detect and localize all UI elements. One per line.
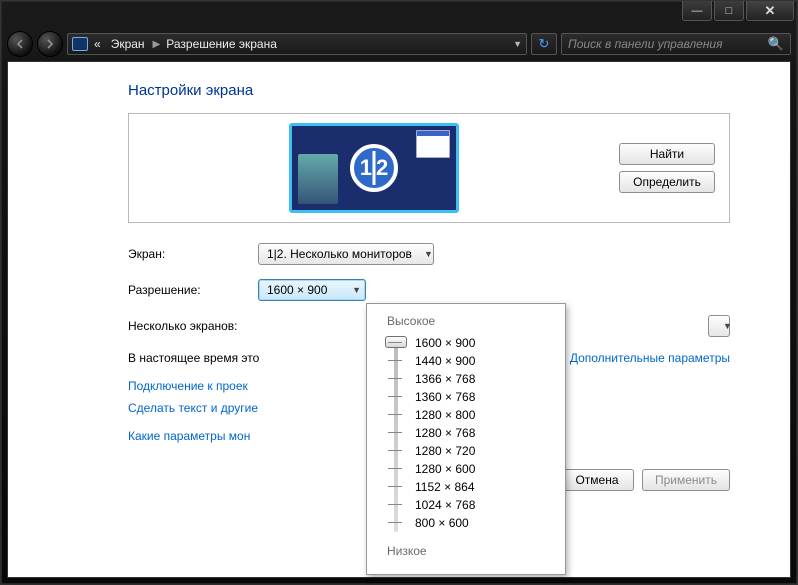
chevron-down-icon: ▼ — [717, 321, 732, 331]
monitor-preview[interactable]: 1 2 — [289, 123, 459, 213]
maximize-button[interactable]: □ — [714, 1, 744, 21]
find-button[interactable]: Найти — [619, 143, 715, 165]
identify-button[interactable]: Определить — [619, 171, 715, 193]
popup-low-label: Низкое — [387, 544, 555, 558]
breadcrumb-item[interactable]: Экран — [109, 37, 149, 51]
arrow-right-icon — [45, 39, 55, 49]
multi-display-label: Несколько экранов: — [128, 319, 258, 333]
display-number: 1 — [358, 155, 374, 181]
resolution-option[interactable]: 1280 × 768 — [415, 424, 555, 442]
resolution-option[interactable]: 1366 × 768 — [415, 370, 555, 388]
chevron-right-icon: ▶ — [153, 39, 161, 50]
back-button[interactable] — [7, 31, 33, 57]
monitor-params-link[interactable]: Какие параметры мон — [128, 429, 250, 443]
search-icon: 🔍 — [768, 36, 784, 52]
slider-tick-icon — [388, 522, 402, 523]
page-title: Настройки экрана — [128, 82, 730, 99]
slider-tick-icon — [388, 360, 402, 361]
resolution-row: Разрешение: 1600 × 900 ▼ — [128, 279, 730, 301]
refresh-icon: ↻ — [539, 36, 550, 52]
address-bar[interactable]: « Экран ▶ Разрешение экрана ▼ — [67, 33, 527, 55]
slider-tick-icon — [388, 432, 402, 433]
monitor-icon — [72, 37, 88, 51]
resolution-option[interactable]: 1280 × 600 — [415, 460, 555, 478]
resolution-option[interactable]: 1152 × 864 — [415, 478, 555, 496]
close-button[interactable]: ✕ — [746, 1, 794, 21]
resolution-option[interactable]: 1280 × 800 — [415, 406, 555, 424]
advanced-settings-link[interactable]: Дополнительные параметры — [570, 351, 730, 365]
slider-tick-icon — [388, 378, 402, 379]
breadcrumb-prefix: « — [92, 37, 105, 51]
merged-displays-icon: 1 2 — [350, 144, 398, 192]
resolution-label: Разрешение: — [128, 283, 258, 297]
titlebar: — □ ✕ — [1, 1, 797, 29]
wallpaper-thumb-icon — [298, 154, 338, 204]
slider-tick-icon — [388, 504, 402, 505]
slider-tick-icon — [388, 414, 402, 415]
forward-button[interactable] — [37, 31, 63, 57]
cancel-button[interactable]: Отмена — [560, 469, 634, 491]
display-number: 2 — [374, 155, 390, 181]
text-size-link[interactable]: Сделать текст и другие — [128, 401, 258, 415]
slider-tick-icon — [388, 396, 402, 397]
multi-display-combo-tail[interactable]: ▼ — [708, 315, 730, 337]
resolution-slider[interactable] — [385, 338, 405, 536]
slider-tick-icon — [388, 342, 402, 343]
display-label: Экран: — [128, 247, 258, 261]
resolution-option[interactable]: 1024 × 768 — [415, 496, 555, 514]
resolution-options: 1600 × 9001440 × 9001366 × 7681360 × 768… — [415, 334, 555, 540]
minimize-button[interactable]: — — [682, 1, 712, 21]
slider-tick-icon — [388, 450, 402, 451]
slider-tick-icon — [388, 486, 402, 487]
slider-tick-icon — [388, 468, 402, 469]
resolution-option[interactable]: 1600 × 900 — [415, 334, 555, 352]
breadcrumb-item[interactable]: Разрешение экрана — [164, 37, 281, 51]
combo-value: 1600 × 900 — [267, 283, 327, 297]
chevron-down-icon: ▼ — [418, 249, 433, 259]
projector-link[interactable]: Подключение к проек — [128, 379, 248, 393]
display-combo[interactable]: 1|2. Несколько мониторов ▼ — [258, 243, 434, 265]
resolution-option[interactable]: 1360 × 768 — [415, 388, 555, 406]
search-input[interactable]: Поиск в панели управления 🔍 — [561, 33, 791, 55]
apply-button: Применить — [642, 469, 730, 491]
resolution-combo[interactable]: 1600 × 900 ▼ — [258, 279, 366, 301]
resolution-slider-zone: 1600 × 9001440 × 9001366 × 7681360 × 768… — [381, 334, 555, 540]
window-thumb-icon — [416, 130, 450, 158]
monitor-panel: 1 2 Найти Определить — [128, 113, 730, 223]
status-text: В настоящее время это — [128, 351, 259, 365]
resolution-option[interactable]: 1280 × 720 — [415, 442, 555, 460]
combo-value: 1|2. Несколько мониторов — [267, 247, 412, 261]
resolution-option[interactable]: 1440 × 900 — [415, 352, 555, 370]
search-placeholder: Поиск в панели управления — [568, 37, 723, 51]
chevron-down-icon: ▼ — [346, 285, 361, 295]
resolution-popup[interactable]: Высокое 1600 × 9001440 × 9001366 × 76813… — [366, 303, 566, 575]
display-row: Экран: 1|2. Несколько мониторов ▼ — [128, 243, 730, 265]
refresh-button[interactable]: ↻ — [531, 33, 557, 55]
arrow-left-icon — [15, 39, 25, 49]
navbar: « Экран ▶ Разрешение экрана ▼ ↻ Поиск в … — [1, 29, 797, 59]
window-frame: — □ ✕ « Экран ▶ Разрешение экрана ▼ ↻ По… — [0, 0, 798, 585]
chevron-down-icon[interactable]: ▼ — [513, 39, 522, 49]
resolution-option[interactable]: 800 × 600 — [415, 514, 555, 532]
popup-high-label: Высокое — [387, 314, 555, 328]
